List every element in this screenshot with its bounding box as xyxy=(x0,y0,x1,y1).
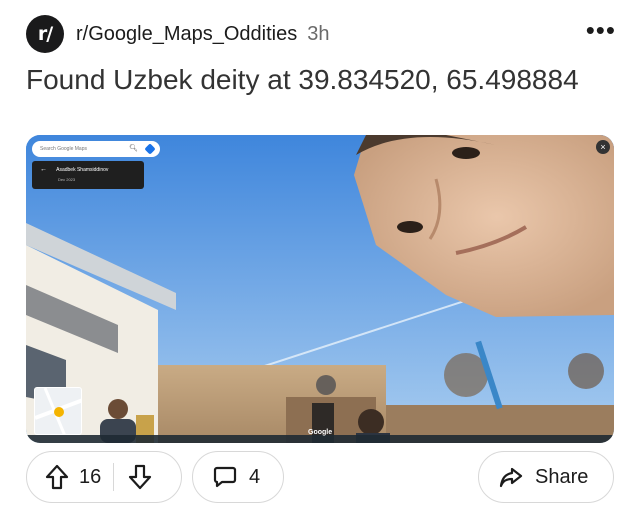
post-image[interactable]: Search Google Maps 🔍︎ ← Asadbek Shamsidd… xyxy=(26,135,614,443)
comment-count: 4 xyxy=(249,465,261,488)
share-label: Share xyxy=(535,465,589,488)
vote-count: 16 xyxy=(79,465,102,488)
comments-button[interactable]: 4 xyxy=(192,451,284,503)
comment-bubble-icon xyxy=(213,465,237,489)
upvote-arrow-icon[interactable] xyxy=(45,464,69,490)
post-timestamp: 3h xyxy=(307,22,330,45)
google-watermark: Google xyxy=(308,429,333,436)
subreddit-avatar[interactable]: r/ xyxy=(26,15,64,53)
directions-icon[interactable] xyxy=(144,143,156,155)
share-button[interactable]: Share xyxy=(478,451,614,503)
action-bar: 16 4 Share xyxy=(26,451,614,503)
search-icon[interactable]: 🔍︎ xyxy=(129,144,138,152)
vote-control: 16 xyxy=(26,451,182,503)
downvote-arrow-icon[interactable] xyxy=(128,464,152,490)
more-options-button[interactable]: ••• xyxy=(586,17,616,51)
back-arrow-icon[interactable]: ← xyxy=(40,166,47,173)
minimap[interactable] xyxy=(34,387,82,435)
contributor-name: Asadbek Shamsiddinov xyxy=(56,167,109,173)
capture-date: Dec 2023 xyxy=(58,177,76,182)
post-title[interactable]: Found Uzbek deity at 39.834520, 65.49888… xyxy=(26,64,616,96)
map-pin-icon xyxy=(35,388,81,434)
street-view-info-card: ← Asadbek Shamsiddinov Dec 2023 xyxy=(32,161,144,189)
maps-search-bar[interactable]: Search Google Maps 🔍︎ xyxy=(32,141,160,157)
share-arrow-icon xyxy=(499,465,523,489)
subreddit-name[interactable]: r/Google_Maps_Oddities xyxy=(76,23,297,46)
close-icon[interactable]: × xyxy=(596,140,610,154)
vote-divider xyxy=(113,463,115,491)
maps-search-placeholder: Search Google Maps xyxy=(40,146,87,152)
post-header: r/ r/Google_Maps_Oddities 3h ••• xyxy=(26,14,616,54)
